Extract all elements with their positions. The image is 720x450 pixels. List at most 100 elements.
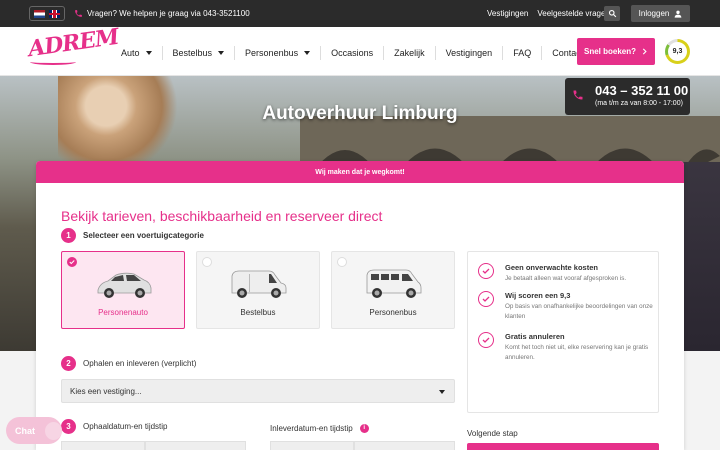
phone-icon bbox=[573, 90, 583, 100]
language-switcher[interactable] bbox=[29, 6, 65, 21]
benefit-title: Wij scoren een 9,3 bbox=[505, 291, 571, 300]
vehicle-radio[interactable] bbox=[67, 257, 77, 267]
hero-car-detail bbox=[683, 162, 720, 351]
van-icon bbox=[231, 270, 287, 298]
step-label: Ophaaldatum-en tijdstip bbox=[83, 422, 168, 431]
top-bar: Vragen? We helpen je graag via 043-35211… bbox=[0, 0, 720, 27]
login-label: Inloggen bbox=[638, 9, 670, 18]
chat-label: Chat bbox=[15, 425, 35, 436]
phone-contact-box[interactable]: 043 – 352 11 00 (ma t/m za van 8:00 - 17… bbox=[565, 78, 690, 115]
quick-book-button[interactable]: Snel boeken? bbox=[577, 38, 655, 65]
car-icon bbox=[97, 272, 152, 298]
vehicle-option-bestelbus[interactable]: Bestelbus bbox=[196, 251, 320, 329]
location-select[interactable]: Kies een vestiging... bbox=[61, 379, 455, 403]
minibus-icon bbox=[366, 269, 422, 298]
quick-book-label: Snel boeken? bbox=[583, 47, 636, 56]
nav-divider bbox=[161, 46, 163, 60]
rating-score: 9,3 bbox=[668, 42, 687, 61]
benefit-description: Je betaalt alleen wat vooraf afgesproken… bbox=[505, 275, 627, 282]
nav-item-label: Auto bbox=[121, 48, 140, 58]
nav-divider bbox=[320, 46, 322, 60]
phone-number: 043 – 352 11 00 bbox=[595, 83, 689, 98]
top-link-vestigingen[interactable]: Vestigingen bbox=[487, 9, 528, 18]
benefit-title: Gratis annuleren bbox=[505, 332, 565, 341]
benefit-description: Komt het toch niet uit, elke reservering… bbox=[505, 344, 649, 361]
return-date-input[interactable] bbox=[270, 441, 354, 450]
phone-icon bbox=[75, 10, 82, 17]
nav-item-label: Vestigingen bbox=[445, 48, 493, 58]
info-icon[interactable]: i bbox=[359, 424, 369, 433]
nav-item-label: FAQ bbox=[513, 48, 532, 58]
booking-form: Wij maken dat je wegkomt! Bekijk tarieve… bbox=[36, 161, 684, 450]
form-title: Bekijk tarieven, beschikbaarheid en rese… bbox=[61, 208, 383, 224]
caret-down-icon bbox=[145, 51, 152, 55]
vehicle-option-personenbus[interactable]: Personenbus bbox=[331, 251, 455, 329]
dutch-flag-icon[interactable] bbox=[34, 9, 45, 18]
return-date-label: Inleverdatum-en tijdstip bbox=[270, 424, 353, 433]
search-icon bbox=[608, 9, 616, 18]
nav-divider bbox=[434, 46, 436, 60]
rating-badge: 9,3 bbox=[665, 39, 690, 64]
check-circle-icon bbox=[478, 291, 494, 307]
main-navigation: ADREM Auto Bestelbus Personenbus Occasio… bbox=[0, 24, 720, 76]
caret-down-icon bbox=[304, 51, 311, 55]
vehicle-label: Personenauto bbox=[98, 308, 148, 317]
step-label: Ophalen en inleveren (verplicht) bbox=[83, 359, 197, 368]
vehicle-label: Personenbus bbox=[369, 308, 417, 317]
benefit-description: Op basis van onafhankelijke beoordelinge… bbox=[505, 303, 653, 320]
top-phone-link[interactable]: Vragen? We helpen je graag via 043-35211… bbox=[74, 9, 250, 18]
nav-item-auto[interactable]: Auto bbox=[121, 46, 152, 60]
nav-item-label: Personenbus bbox=[245, 48, 299, 58]
nav-divider bbox=[234, 46, 236, 60]
nav-divider bbox=[541, 46, 543, 60]
nav-item-zakelijk[interactable]: Zakelijk bbox=[394, 46, 425, 60]
chevron-right-icon bbox=[642, 48, 647, 55]
nav-divider bbox=[383, 46, 385, 60]
phone-hours: (ma t/m za van 8:00 - 17:00) bbox=[595, 100, 683, 107]
check-circle-icon bbox=[478, 332, 494, 348]
benefits-panel: Geen onverwachte kosten Je betaalt allee… bbox=[467, 251, 659, 413]
vehicle-radio[interactable] bbox=[337, 257, 347, 267]
form-banner: Wij maken dat je wegkomt! bbox=[36, 161, 684, 183]
search-button[interactable] bbox=[604, 6, 620, 21]
top-phone-text: Vragen? We helpen je graag via 043-35211… bbox=[87, 9, 250, 18]
nav-item-label: Occasions bbox=[331, 48, 374, 58]
nav-item-personenbus[interactable]: Personenbus bbox=[245, 46, 311, 60]
location-select-value: Kies een vestiging... bbox=[70, 387, 142, 396]
next-step-label: Volgende stap bbox=[467, 429, 518, 438]
login-button[interactable]: Inloggen bbox=[631, 5, 690, 22]
return-time-input[interactable] bbox=[354, 441, 455, 450]
vehicle-option-personenauto[interactable]: Personenauto bbox=[61, 251, 185, 329]
uk-flag-icon[interactable] bbox=[49, 9, 60, 18]
user-icon bbox=[675, 10, 682, 18]
vehicle-radio[interactable] bbox=[202, 257, 212, 267]
nav-item-label: Zakelijk bbox=[394, 48, 425, 58]
nav-item-vestigingen[interactable]: Vestigingen bbox=[446, 46, 493, 60]
vehicle-label: Bestelbus bbox=[240, 308, 276, 317]
caret-down-icon bbox=[439, 390, 445, 394]
step-number: 3 bbox=[61, 419, 76, 434]
check-icon bbox=[69, 260, 75, 265]
chat-avatar-icon bbox=[45, 421, 62, 440]
nav-item-label: Bestelbus bbox=[172, 48, 213, 58]
benefit-title: Geen onverwachte kosten bbox=[505, 263, 598, 272]
nav-divider bbox=[502, 46, 504, 60]
top-link-faq[interactable]: Veelgestelde vragen bbox=[537, 9, 610, 18]
step-label: Selecteer een voertuigcategorie bbox=[83, 231, 204, 240]
nav-item-faq[interactable]: FAQ bbox=[513, 46, 531, 60]
step-1: 1 Selecteer een voertuigcategorie bbox=[61, 228, 204, 243]
logo-swoosh bbox=[30, 59, 76, 65]
pickup-date-input[interactable] bbox=[61, 441, 145, 450]
caret-down-icon bbox=[218, 51, 225, 55]
chat-button[interactable]: Chat bbox=[6, 417, 62, 444]
step-3: 3 Ophaaldatum-en tijdstip bbox=[61, 419, 168, 434]
nav-item-occasions[interactable]: Occasions bbox=[331, 46, 373, 60]
step-number: 1 bbox=[61, 228, 76, 243]
nav-item-bestelbus[interactable]: Bestelbus bbox=[173, 46, 225, 60]
step-number: 2 bbox=[61, 356, 76, 371]
check-circle-icon bbox=[478, 263, 494, 279]
next-step-button[interactable] bbox=[467, 443, 659, 450]
logo[interactable]: ADREM bbox=[27, 24, 120, 62]
return-date-heading: Inleverdatum-en tijdstip i bbox=[270, 424, 369, 433]
pickup-time-input[interactable] bbox=[145, 441, 246, 450]
